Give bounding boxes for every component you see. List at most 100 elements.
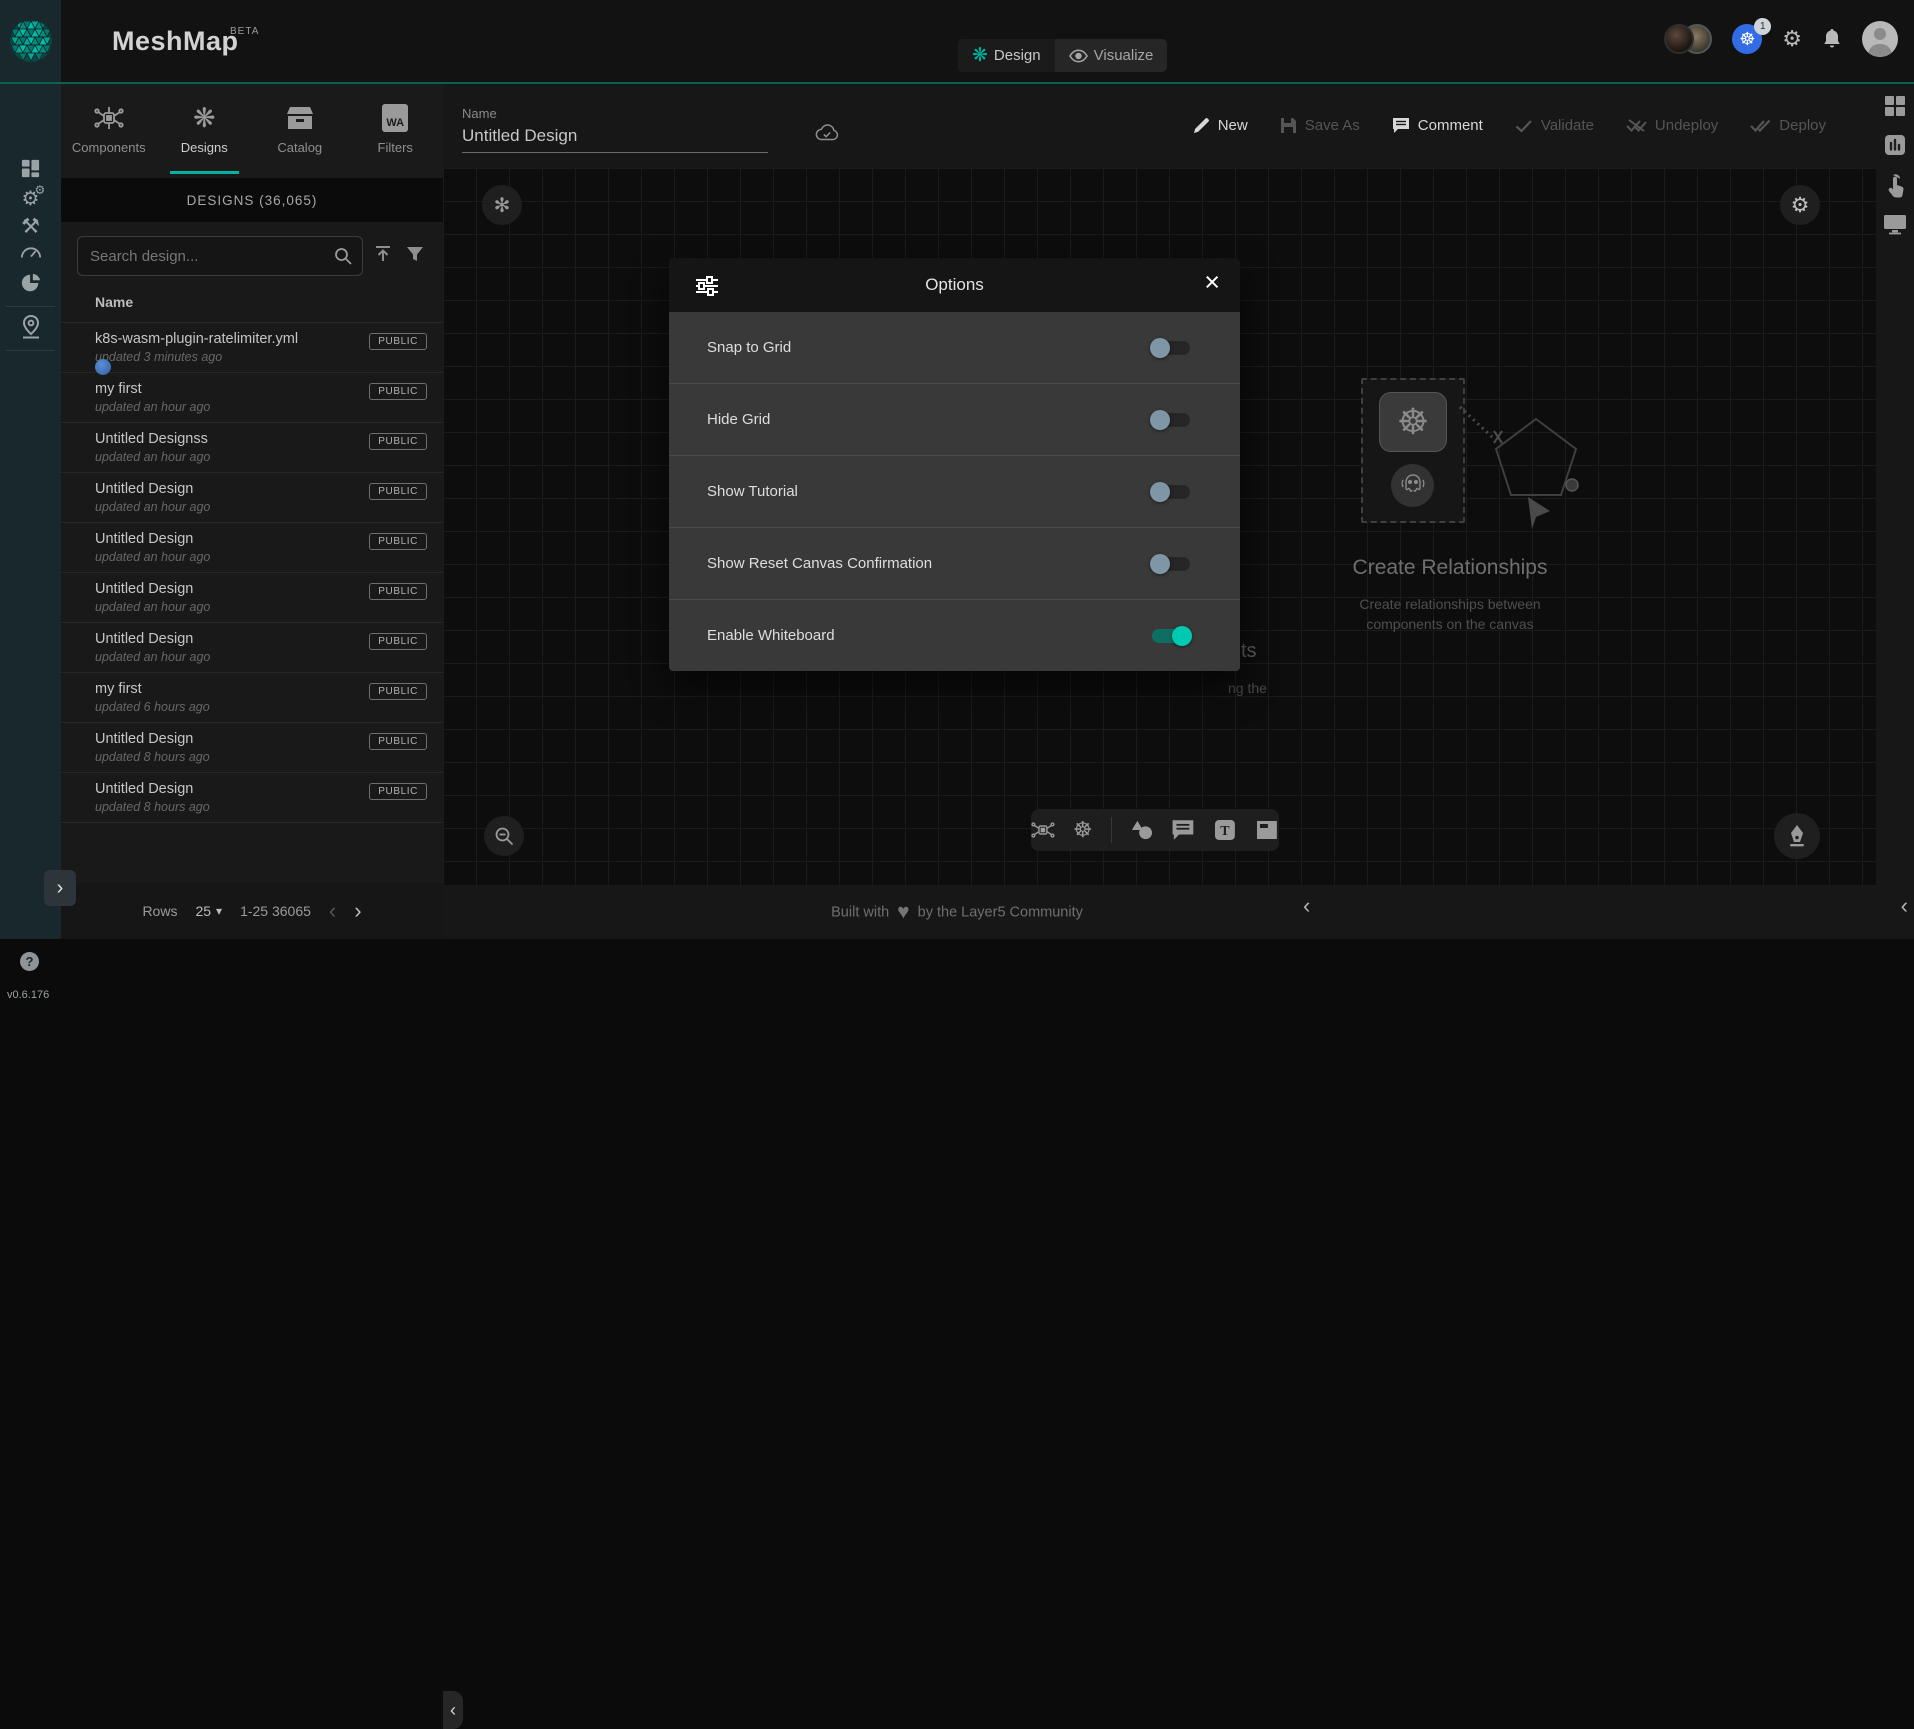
- left-nav-rail: ⚙⚙ ⚒ › ? v0.6.176: [0, 84, 61, 939]
- design-row[interactable]: my first updated an hour ago PUBLIC: [61, 372, 443, 422]
- rail-divider: [6, 350, 55, 351]
- design-row[interactable]: Untitled Designss updated an hour ago PU…: [61, 422, 443, 472]
- design-pinwheel-icon: ❋: [972, 46, 988, 65]
- visibility-badge: PUBLIC: [369, 633, 427, 650]
- dock-divider: [1111, 817, 1112, 843]
- kubernetes-context-count-badge: 1: [1754, 18, 1771, 35]
- zoom-out-button[interactable]: [484, 816, 524, 856]
- configuration-tools-icon[interactable]: ⚒: [0, 216, 61, 237]
- pagination-range: 1-25 36065: [240, 903, 311, 919]
- new-design-button[interactable]: New: [1193, 117, 1248, 134]
- import-design-icon[interactable]: [373, 244, 393, 264]
- design-row[interactable]: Untitled Design updated an hour ago PUBL…: [61, 622, 443, 672]
- pagination-bar: Rows 25 ▾ 1-25 36065 ‹ ›: [61, 883, 443, 939]
- lifecycle-gears-icon[interactable]: ⚙⚙: [0, 189, 61, 209]
- validate-button[interactable]: Validate: [1515, 117, 1594, 134]
- analytics-icon[interactable]: [1883, 133, 1907, 157]
- visibility-badge: PUBLIC: [369, 383, 427, 400]
- whiteboard-pen-button[interactable]: [1774, 813, 1820, 859]
- design-row[interactable]: k8s-wasm-plugin-ratelimiter.yml updated …: [61, 322, 443, 372]
- onboarding-title: Create Relationships: [1353, 556, 1548, 580]
- tab-components[interactable]: Components: [61, 84, 157, 174]
- tab-design[interactable]: ❋ Design: [958, 39, 1055, 72]
- app-header: MeshMap BETA ❋ Design Visualize ☸ 1 ⚙: [0, 0, 1914, 84]
- toggle-snap-to-grid[interactable]: [1152, 338, 1190, 358]
- performance-gauge-icon[interactable]: [0, 244, 61, 260]
- toggle-show-tutorial[interactable]: [1152, 482, 1190, 502]
- tab-designs[interactable]: ❋ Designs: [157, 84, 253, 174]
- tab-visualize-label: Visualize: [1094, 47, 1154, 64]
- dock-shapes-icon[interactable]: [1130, 819, 1154, 841]
- app-version: v0.6.176: [7, 989, 49, 1001]
- save-as-button[interactable]: Save As: [1280, 117, 1360, 134]
- rail-expand-handle[interactable]: ›: [44, 870, 76, 906]
- design-row[interactable]: Untitled Design updated an hour ago PUBL…: [61, 522, 443, 572]
- close-icon[interactable]: ×: [1204, 269, 1220, 296]
- notifications-bell-icon[interactable]: [1822, 28, 1842, 50]
- dock-components-icon[interactable]: [1031, 818, 1055, 842]
- canvas-gear-button[interactable]: ⚙: [1780, 185, 1820, 225]
- dock-collapse-handle[interactable]: ‹: [1303, 895, 1310, 917]
- canvas-settings-flower-button[interactable]: ✻: [482, 185, 522, 225]
- settings-gear-icon[interactable]: ⚙: [1782, 28, 1802, 50]
- search-icon[interactable]: [334, 247, 352, 265]
- toggle-show-reset-canvas-confirmation[interactable]: [1152, 554, 1190, 574]
- search-actions: [373, 244, 425, 264]
- person-icon: [1862, 21, 1898, 57]
- tab-filters[interactable]: WA Filters: [348, 84, 444, 174]
- cloud-saved-icon: [815, 124, 839, 142]
- right-strip-collapse-handle[interactable]: ‹: [1901, 895, 1908, 917]
- dock-text-tool-icon[interactable]: T: [1213, 818, 1237, 842]
- options-modal: Options × Snap to Grid Hide Grid Show Tu…: [669, 258, 1240, 671]
- search-box: [77, 236, 363, 276]
- design-row[interactable]: my first updated 6 hours ago PUBLIC: [61, 672, 443, 722]
- user-avatar[interactable]: [1862, 21, 1898, 57]
- canvas-toolbar: New Save As Comment Validate Undeploy De…: [1193, 117, 1826, 134]
- toggle-enable-whiteboard[interactable]: [1152, 626, 1190, 646]
- extensions-pie-icon[interactable]: [0, 272, 61, 294]
- tab-catalog[interactable]: Catalog: [252, 84, 348, 174]
- canvas-dock: ☸ T: [1031, 809, 1279, 851]
- filter-funnel-icon[interactable]: [405, 244, 425, 264]
- meshmap-pin-icon[interactable]: [0, 314, 61, 340]
- option-row-show-reset-canvas-confirmation: Show Reset Canvas Confirmation: [669, 527, 1240, 599]
- option-row-enable-whiteboard: Enable Whiteboard: [669, 599, 1240, 671]
- canvas-topbar: Name New Save As Comment Validate: [443, 84, 1914, 168]
- panel-collapse-handle[interactable]: ‹: [443, 1691, 463, 1729]
- tab-designs-label: Designs: [181, 140, 228, 155]
- canvas-footer: ‹ Built with ♥ by the Layer5 Community ‹…: [443, 885, 1914, 939]
- visibility-badge: PUBLIC: [369, 733, 427, 750]
- tab-visualize[interactable]: Visualize: [1055, 39, 1168, 72]
- rows-per-page-select[interactable]: 25 ▾: [195, 903, 222, 919]
- dock-comment-icon[interactable]: [1171, 819, 1195, 841]
- mode-toggle: ❋ Design Visualize: [958, 39, 1167, 72]
- search-input[interactable]: [78, 248, 334, 265]
- tab-design-label: Design: [994, 47, 1041, 64]
- design-row[interactable]: Untitled Design updated an hour ago PUBL…: [61, 472, 443, 522]
- toggle-hide-grid[interactable]: [1152, 410, 1190, 430]
- kubernetes-context-button[interactable]: ☸ 1: [1732, 24, 1762, 54]
- design-row[interactable]: Untitled Design updated 8 hours ago PUBL…: [61, 722, 443, 772]
- design-name-input[interactable]: [462, 126, 768, 153]
- layer5-logo[interactable]: [0, 0, 61, 82]
- visibility-badge: PUBLIC: [369, 783, 427, 800]
- widgets-grid-icon[interactable]: [1883, 94, 1907, 118]
- deploy-button[interactable]: Deploy: [1750, 117, 1826, 134]
- relationship-edge-and-pentagon: [1458, 393, 1588, 563]
- option-row-show-tutorial: Show Tutorial: [669, 455, 1240, 527]
- dock-media-icon[interactable]: [1255, 819, 1279, 841]
- comment-button[interactable]: Comment: [1392, 117, 1483, 134]
- dashboard-icon[interactable]: [0, 158, 61, 179]
- help-button[interactable]: ?: [20, 952, 39, 971]
- touch-interact-icon[interactable]: [1884, 172, 1906, 198]
- designs-pinwheel-icon: ❋: [193, 103, 216, 133]
- design-row[interactable]: Untitled Design updated 8 hours ago PUBL…: [61, 772, 443, 823]
- dock-kubernetes-icon[interactable]: ☸: [1073, 819, 1093, 841]
- eye-icon: [1069, 49, 1088, 63]
- design-row[interactable]: Untitled Design updated an hour ago PUBL…: [61, 572, 443, 622]
- comment-icon: [1392, 117, 1410, 134]
- designs-count-header: DESIGNS (36,065): [61, 178, 443, 222]
- display-monitor-icon[interactable]: [1883, 213, 1907, 235]
- undeploy-button[interactable]: Undeploy: [1626, 117, 1718, 134]
- designs-list: k8s-wasm-plugin-ratelimiter.yml updated …: [61, 322, 443, 823]
